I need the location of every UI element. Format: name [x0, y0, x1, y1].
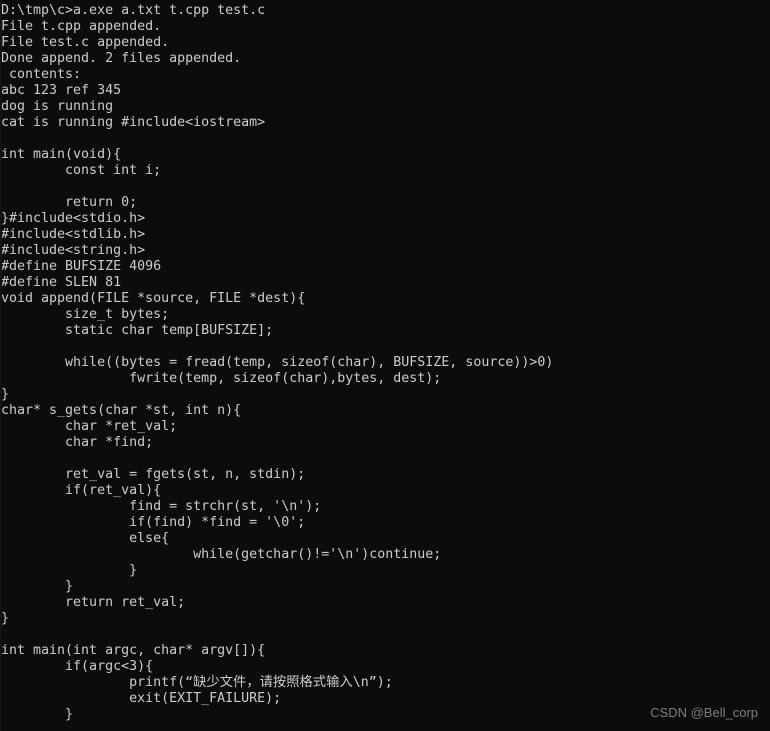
terminal-line: File test.c appended. [1, 35, 170, 50]
terminal-line: } [1, 387, 10, 402]
terminal-line: if(ret_val){ [1, 483, 162, 498]
terminal-line: char *find; [1, 435, 154, 450]
terminal-output-area[interactable]: D:\tmp\c>a.exe a.txt t.cpp test.c File t.… [0, 3, 770, 723]
terminal-line: } [1, 611, 10, 626]
terminal-line: #define BUFSIZE 4096 [1, 259, 162, 274]
terminal-line: else{ [1, 531, 170, 546]
terminal-line: find = strchr(st, '\n'); [1, 499, 322, 514]
terminal-line: int main(void){ [1, 147, 122, 162]
terminal-line: cat is running #include<iostream> [1, 115, 266, 130]
terminal-line: } [1, 563, 138, 578]
terminal-line: char* s_gets(char *st, int n){ [1, 403, 242, 418]
terminal-line: void append(FILE *source, FILE *dest){ [1, 291, 306, 306]
terminal-line: abc 123 ref 345 [1, 83, 122, 98]
terminal-line: if(find) *find = '\0'; [1, 515, 306, 530]
terminal-line: while(getchar()!='\n')continue; [1, 547, 442, 562]
terminal-line: #include<string.h> [1, 243, 146, 258]
terminal-line: printf(“缺少文件，请按照格式输入\n”); [1, 675, 393, 690]
terminal-line: Done append. 2 files appended. [1, 51, 242, 66]
terminal-line: }#include<stdio.h> [1, 211, 146, 226]
terminal-line: dog is running [1, 99, 114, 114]
terminal-line: while((bytes = fread(temp, sizeof(char),… [1, 355, 554, 370]
terminal-line: return ret_val; [1, 595, 186, 610]
terminal-line: D:\tmp\c>a.exe a.txt t.cpp test.c [1, 3, 266, 18]
terminal-line: int main(int argc, char* argv[]){ [1, 643, 266, 658]
terminal-line: #define SLEN 81 [1, 275, 122, 290]
terminal-line: static char temp[BUFSIZE]; [1, 323, 274, 338]
terminal-line: fwrite(temp, sizeof(char),bytes, dest); [1, 371, 442, 386]
terminal-line: if(argc<3){ [1, 659, 154, 674]
terminal-window[interactable]: D:\tmp\c>a.exe a.txt t.cpp test.c File t.… [0, 0, 770, 731]
terminal-line: #include<stdlib.h> [1, 227, 146, 242]
terminal-line: } [1, 579, 74, 594]
terminal-line: size_t bytes; [1, 307, 170, 322]
terminal-line: File t.cpp appended. [1, 19, 162, 34]
terminal-line: contents: [1, 67, 82, 82]
terminal-line: ret_val = fgets(st, n, stdin); [1, 467, 306, 482]
csdn-watermark: CSDN @Bell_corp [650, 705, 758, 720]
terminal-line: char *ret_val; [1, 419, 178, 434]
terminal-line: return 0; [1, 195, 138, 210]
terminal-line: const int i; [1, 163, 162, 178]
terminal-left-edge [0, 0, 2, 731]
